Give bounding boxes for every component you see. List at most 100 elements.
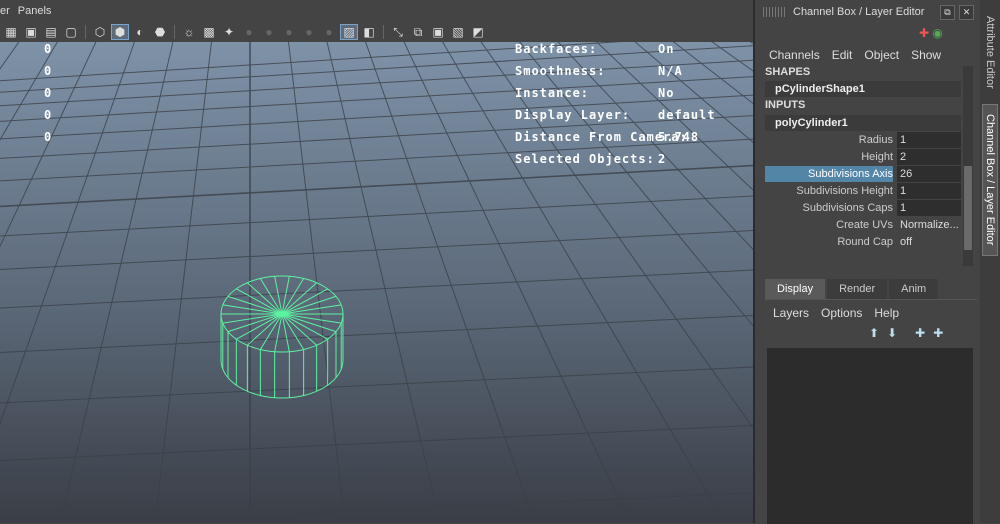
attr-label: Height xyxy=(861,151,893,163)
new-layer-selected-icon[interactable]: ✚ xyxy=(933,326,943,340)
attr-label: Round Cap xyxy=(837,236,893,248)
hud-value-display-layer: default xyxy=(658,108,716,122)
checker-icon[interactable]: ▩ xyxy=(200,24,218,40)
channel-box-menubar: Channels Edit Object Show xyxy=(769,48,941,62)
inputs-header: INPUTS xyxy=(765,99,806,111)
scrollbar-thumb[interactable] xyxy=(964,166,972,250)
menu-item-panels[interactable]: Panels xyxy=(18,5,60,17)
layer-buttons: ⬆ ⬇ ✚ ✚ xyxy=(869,326,943,340)
film-icon[interactable]: ▤ xyxy=(42,24,60,40)
viewport-toolbar: ▦ ▣ ▤ ▢ ⬡ ⬢ ◐ ⬣ ☼ ▩ ✦ ● ● ● ● ● ▨ ◧ ⤡ ⧉ … xyxy=(0,22,753,42)
attr-row-round-cap[interactable]: Round Cap off xyxy=(765,234,961,250)
wireframe-cube-icon[interactable]: ⬡ xyxy=(91,24,109,40)
shadow-icon[interactable]: ● xyxy=(240,24,258,40)
hud-number: 0 xyxy=(44,86,53,100)
hud-values: On N/A No default 5.748 2 xyxy=(658,42,716,174)
aa-icon[interactable]: ● xyxy=(280,24,298,40)
channel-box-panel: Channel Box / Layer Editor ⧉ ✕ ✚ ◉ Chann… xyxy=(753,0,1000,524)
toolbar-divider xyxy=(174,25,175,39)
menu-show[interactable]: Show xyxy=(911,48,941,62)
attr-row-subdivisions-axis[interactable]: Subdivisions Axis 26 xyxy=(765,166,961,182)
hud-value-smoothness: N/A xyxy=(658,64,683,78)
camera-icon[interactable]: ▣ xyxy=(22,24,40,40)
toolbar-divider xyxy=(85,25,86,39)
bulb-icon[interactable]: ✦ xyxy=(220,24,238,40)
hud-value-instance: No xyxy=(658,86,675,100)
input-node[interactable]: polyCylinder1 xyxy=(765,115,961,131)
attr-label: Subdivisions Caps xyxy=(802,202,894,214)
attr-value-field[interactable]: 2 xyxy=(897,149,961,165)
attr-row-subdivisions-caps[interactable]: Subdivisions Caps 1 xyxy=(765,200,961,216)
attr-row-radius[interactable]: Radius 1 xyxy=(765,132,961,148)
attr-label: Subdivisions Axis xyxy=(765,166,893,182)
motion-icon[interactable]: ● xyxy=(320,24,338,40)
layer-editor-tabs: Display Render Anim xyxy=(765,279,939,299)
tab-attribute-editor[interactable]: Attribute Editor xyxy=(982,6,998,98)
resolution-icon[interactable]: ▣ xyxy=(429,24,447,40)
axis-gizmo-icon[interactable]: ✚ xyxy=(919,26,929,40)
textured-icon[interactable]: ⬣ xyxy=(151,24,169,40)
attr-row-subdivisions-height[interactable]: Subdivisions Height 1 xyxy=(765,183,961,199)
attr-label: Create UVs xyxy=(836,219,893,231)
tab-render[interactable]: Render xyxy=(827,279,888,299)
viewport-menubar: er Panels xyxy=(0,0,753,22)
grid-icon[interactable]: ▦ xyxy=(2,24,20,40)
tab-channel-box-layer-editor[interactable]: Channel Box / Layer Editor xyxy=(982,104,998,256)
isolate-icon[interactable]: ◧ xyxy=(360,24,378,40)
menu-item-partial[interactable]: er xyxy=(0,5,18,17)
hud-number: 0 xyxy=(44,64,53,78)
menu-layers[interactable]: Layers xyxy=(773,306,809,320)
menu-options[interactable]: Options xyxy=(821,306,862,320)
menu-edit[interactable]: Edit xyxy=(832,48,853,62)
move-layer-up-icon[interactable]: ⬆ xyxy=(869,326,879,340)
panel-title-buttons: ⧉ ✕ xyxy=(940,5,974,20)
tab-anim[interactable]: Anim xyxy=(889,279,939,299)
tab-display[interactable]: Display xyxy=(765,279,826,299)
channel-box-icons: ✚ ◉ xyxy=(919,26,943,40)
half-shaded-icon[interactable]: ◐ xyxy=(131,24,149,40)
xray-icon[interactable]: ▨ xyxy=(340,24,358,40)
attr-label: Subdivisions Height xyxy=(796,185,893,197)
attr-value-field[interactable]: 1 xyxy=(897,200,961,216)
attr-value-field[interactable]: 1 xyxy=(897,183,961,199)
component-icon[interactable]: ⤡ xyxy=(389,24,407,40)
move-layer-down-icon[interactable]: ⬇ xyxy=(887,326,897,340)
hud-value-backfaces: On xyxy=(658,42,675,56)
side-tab-strip: Attribute Editor Channel Box / Layer Edi… xyxy=(980,0,1000,523)
frame-icon[interactable]: ▢ xyxy=(62,24,80,40)
float-icon[interactable]: ⧉ xyxy=(940,5,955,20)
safe-icon[interactable]: ◩ xyxy=(469,24,487,40)
new-layer-icon[interactable]: ✚ xyxy=(915,326,925,340)
hud-numbers: 0 0 0 0 0 xyxy=(44,42,52,152)
menu-help[interactable]: Help xyxy=(874,306,899,320)
attr-value-field[interactable]: Normalize... xyxy=(897,217,961,233)
menu-object[interactable]: Object xyxy=(864,48,899,62)
snap-icon[interactable]: ⧉ xyxy=(409,24,427,40)
attr-row-create-uvs[interactable]: Create UVs Normalize... xyxy=(765,217,961,233)
viewport-panel[interactable]: er Panels ▦ ▣ ▤ ▢ ⬡ ⬢ ◐ ⬣ ☼ ▩ ✦ ● ● ● ● … xyxy=(0,0,753,523)
hud-number: 0 xyxy=(44,108,53,122)
attr-row-height[interactable]: Height 2 xyxy=(765,149,961,165)
shape-node[interactable]: pCylinderShape1 xyxy=(765,81,961,97)
layer-menubar: Layers Options Help xyxy=(773,306,899,320)
shaded-cube-icon[interactable]: ⬢ xyxy=(111,24,129,40)
close-icon[interactable]: ✕ xyxy=(959,5,974,20)
attr-value-field[interactable]: 26 xyxy=(897,166,961,182)
dof-icon[interactable]: ● xyxy=(300,24,318,40)
ao-icon[interactable]: ● xyxy=(260,24,278,40)
hud-number: 0 xyxy=(44,42,53,56)
attr-value-field[interactable]: off xyxy=(897,234,961,250)
shapes-header: SHAPES xyxy=(765,66,811,78)
layer-editor: Layers Options Help ⬆ ⬇ ✚ ✚ xyxy=(765,299,977,524)
layer-list[interactable] xyxy=(767,348,973,524)
attr-value-field[interactable]: 1 xyxy=(897,132,961,148)
menu-channels[interactable]: Channels xyxy=(769,48,820,62)
channel-box-scrollbar[interactable] xyxy=(963,66,973,266)
drag-grip-icon[interactable] xyxy=(763,7,785,17)
film-gate-icon[interactable]: ▧ xyxy=(449,24,467,40)
light-icon[interactable]: ☼ xyxy=(180,24,198,40)
hud-number: 0 xyxy=(44,130,53,144)
hud-value-selected: 2 xyxy=(658,152,667,166)
globe-icon[interactable]: ◉ xyxy=(932,26,942,40)
panel-title: Channel Box / Layer Editor xyxy=(793,6,925,18)
